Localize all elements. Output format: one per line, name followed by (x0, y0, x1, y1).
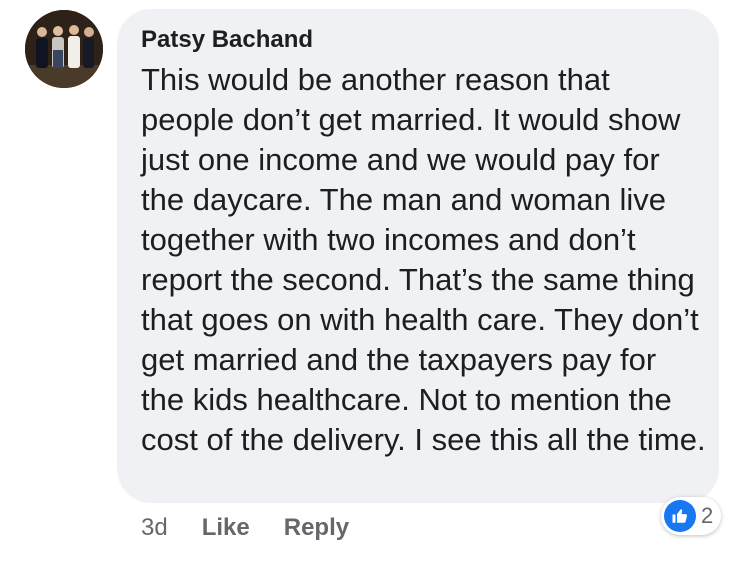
like-button[interactable]: Like (202, 514, 250, 542)
comment-timestamp[interactable]: 3d (141, 514, 168, 542)
reply-button[interactable]: Reply (284, 514, 349, 542)
reaction-summary[interactable]: 2 (661, 497, 722, 535)
comment-text: This would be another reason that people… (141, 62, 706, 457)
thumbs-up-icon (664, 500, 696, 532)
comment-author[interactable]: Patsy Bachand (141, 25, 699, 55)
comment-bubble: Patsy Bachand This would be another reas… (117, 9, 719, 503)
avatar[interactable] (25, 10, 103, 88)
reaction-count: 2 (701, 503, 714, 528)
comment-actions: 3d Like Reply (141, 510, 383, 546)
